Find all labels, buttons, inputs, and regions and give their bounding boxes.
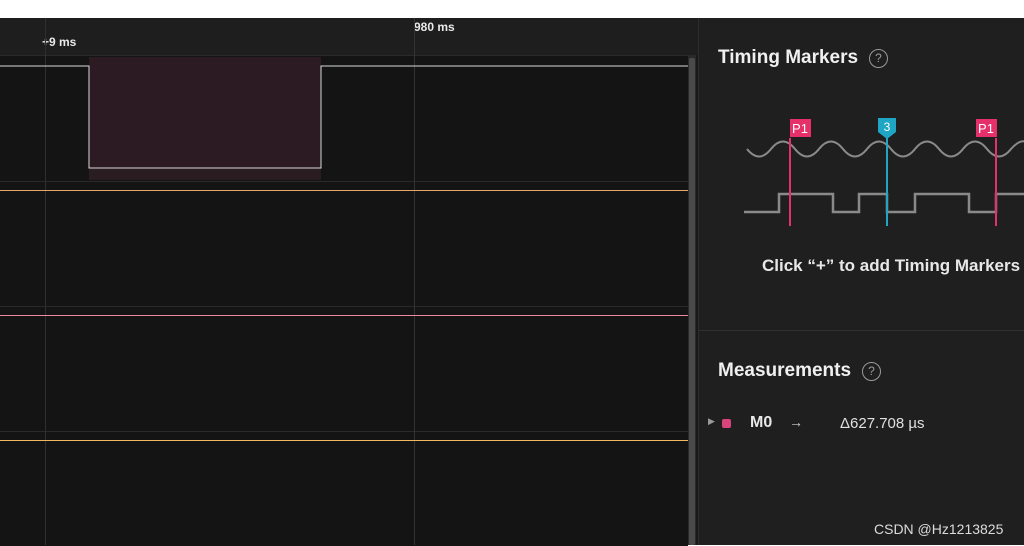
scrollbar-thumb[interactable] — [689, 58, 695, 545]
timing-markers-title: Timing Markers — [718, 47, 859, 68]
channel-2-signal — [0, 190, 688, 191]
marker-flag-label: 3 — [884, 120, 891, 134]
side-panel: Timing Markers ? P1 3 P1 Click “+” to ad… — [698, 18, 1024, 545]
help-icon[interactable]: ? — [869, 49, 888, 68]
arrow-right-icon: → — [789, 414, 803, 430]
marker-flag: P1 — [976, 119, 997, 137]
waveform-panel[interactable]: 980 ms +9 ms — [0, 18, 698, 546]
timing-markers-hint: Click “+” to add Timing Markers — [762, 256, 1021, 275]
expand-icon[interactable]: ▶ — [708, 416, 715, 427]
watermark: CSDN @Hz1213825 — [874, 521, 1004, 537]
help-icon[interactable]: ? — [862, 362, 881, 381]
app-window: 980 ms +9 ms Timing Markers ? P1 3 P1 Cl… — [0, 18, 1024, 546]
measurements-title: Measurements — [718, 360, 852, 381]
measurement-row[interactable]: ▶ M0 → Δ627.708 µs — [699, 413, 1024, 435]
marker-flag: P1 — [790, 119, 811, 137]
measurement-value: Δ627.708 µs — [840, 415, 925, 432]
section-divider — [699, 330, 1024, 331]
marker-flag: 3 — [878, 118, 896, 139]
channel-1-signal — [0, 65, 688, 169]
timing-markers-illustration: P1 3 P1 — [744, 118, 1024, 226]
marker-flag-label: P1 — [978, 121, 994, 136]
channel-3-signal — [0, 315, 688, 316]
marker-flag-label: P1 — [792, 121, 808, 136]
measurement-color-swatch — [722, 419, 731, 428]
channel-4-signal — [0, 440, 688, 441]
measurement-name: M0 — [750, 414, 773, 431]
